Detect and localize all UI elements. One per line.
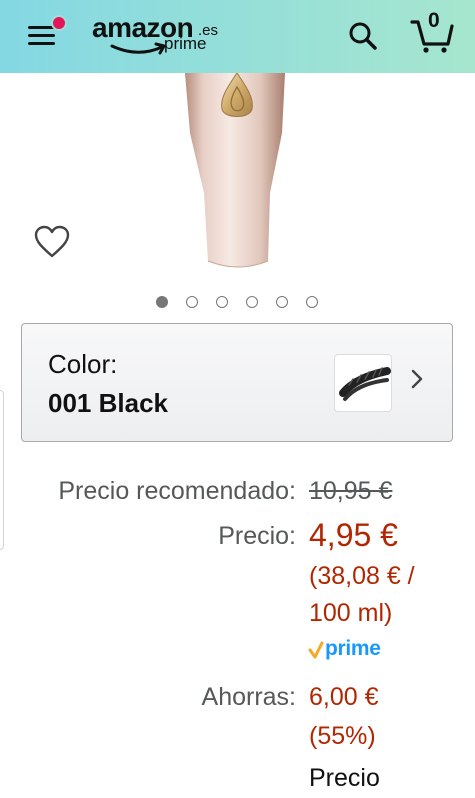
menu-button[interactable] [22,15,67,54]
prime-check-icon [308,641,324,659]
logo-smile-icon [110,42,166,55]
amazon-prime-logo[interactable]: amazon .es prime [90,10,230,60]
savings-label: Ahorras: [201,683,296,711]
savings-amount: 6,00 € [309,683,379,711]
recommended-price-label: Precio recomendado: [58,477,296,505]
search-icon [349,22,377,50]
color-value: 001 Black [48,388,168,418]
prime-label: prime [325,637,381,660]
unit-price-line2: 100 ml) [309,599,393,627]
carousel-dot[interactable] [306,296,318,308]
cart-count: 0 [428,9,440,32]
heart-icon [34,225,70,258]
carousel-dot[interactable] [186,296,198,308]
price-label: Precio: [218,522,296,550]
product-image-carousel[interactable] [0,73,475,283]
mascara-swatch [334,354,392,412]
price-value: 4,95 € [309,517,398,553]
cart-button[interactable]: 0 [410,9,456,54]
carousel-dot[interactable] [246,296,258,308]
chevron-right-icon [411,369,423,389]
add-to-wishlist-button[interactable] [33,224,71,260]
carousel-dot-active[interactable] [156,296,168,308]
next-price-label: Precio [309,764,380,792]
recommended-price-value: 10,95 € [309,477,393,505]
side-panel-edge[interactable] [0,390,4,550]
menu-icon-bar-bottom [28,42,55,45]
color-selector[interactable]: Color: 001 Black [21,323,453,442]
product-image [185,73,285,268]
notification-dot [51,15,67,31]
unit-price-line1: (38,08 € / [309,562,415,590]
search-button[interactable] [345,18,381,54]
carousel-dot[interactable] [276,296,288,308]
top-nav-bar: amazon .es prime 0 [0,0,475,73]
menu-icon-bar-middle [28,34,55,37]
logo-prime-text: prime [164,34,207,53]
color-label: Color: [48,349,118,379]
carousel-dot[interactable] [216,296,228,308]
savings-percent: (55%) [309,722,376,750]
